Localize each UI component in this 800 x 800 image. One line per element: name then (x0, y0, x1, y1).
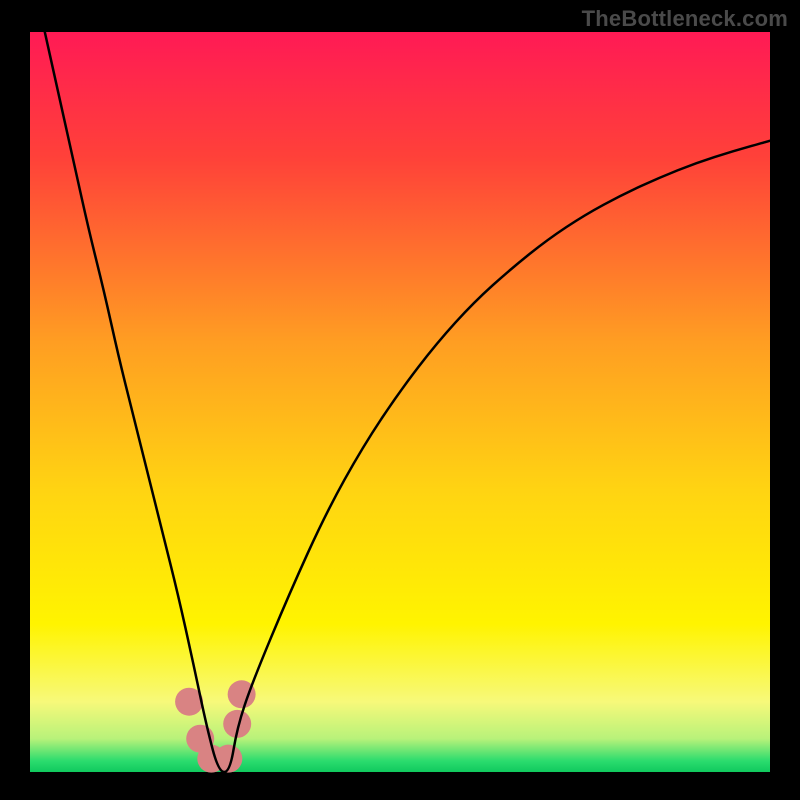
chart-container: TheBottleneck.com (0, 0, 800, 800)
plot-background (30, 32, 770, 772)
bottleneck-chart (0, 0, 800, 800)
